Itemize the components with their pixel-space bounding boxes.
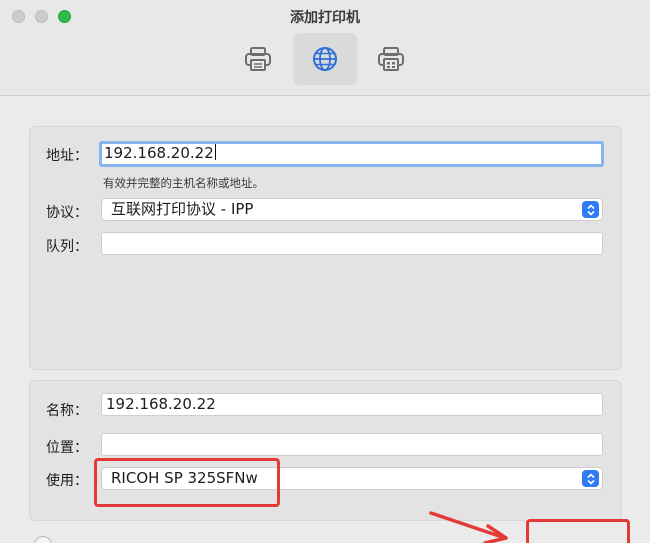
annotation-arrow-icon <box>429 511 508 543</box>
